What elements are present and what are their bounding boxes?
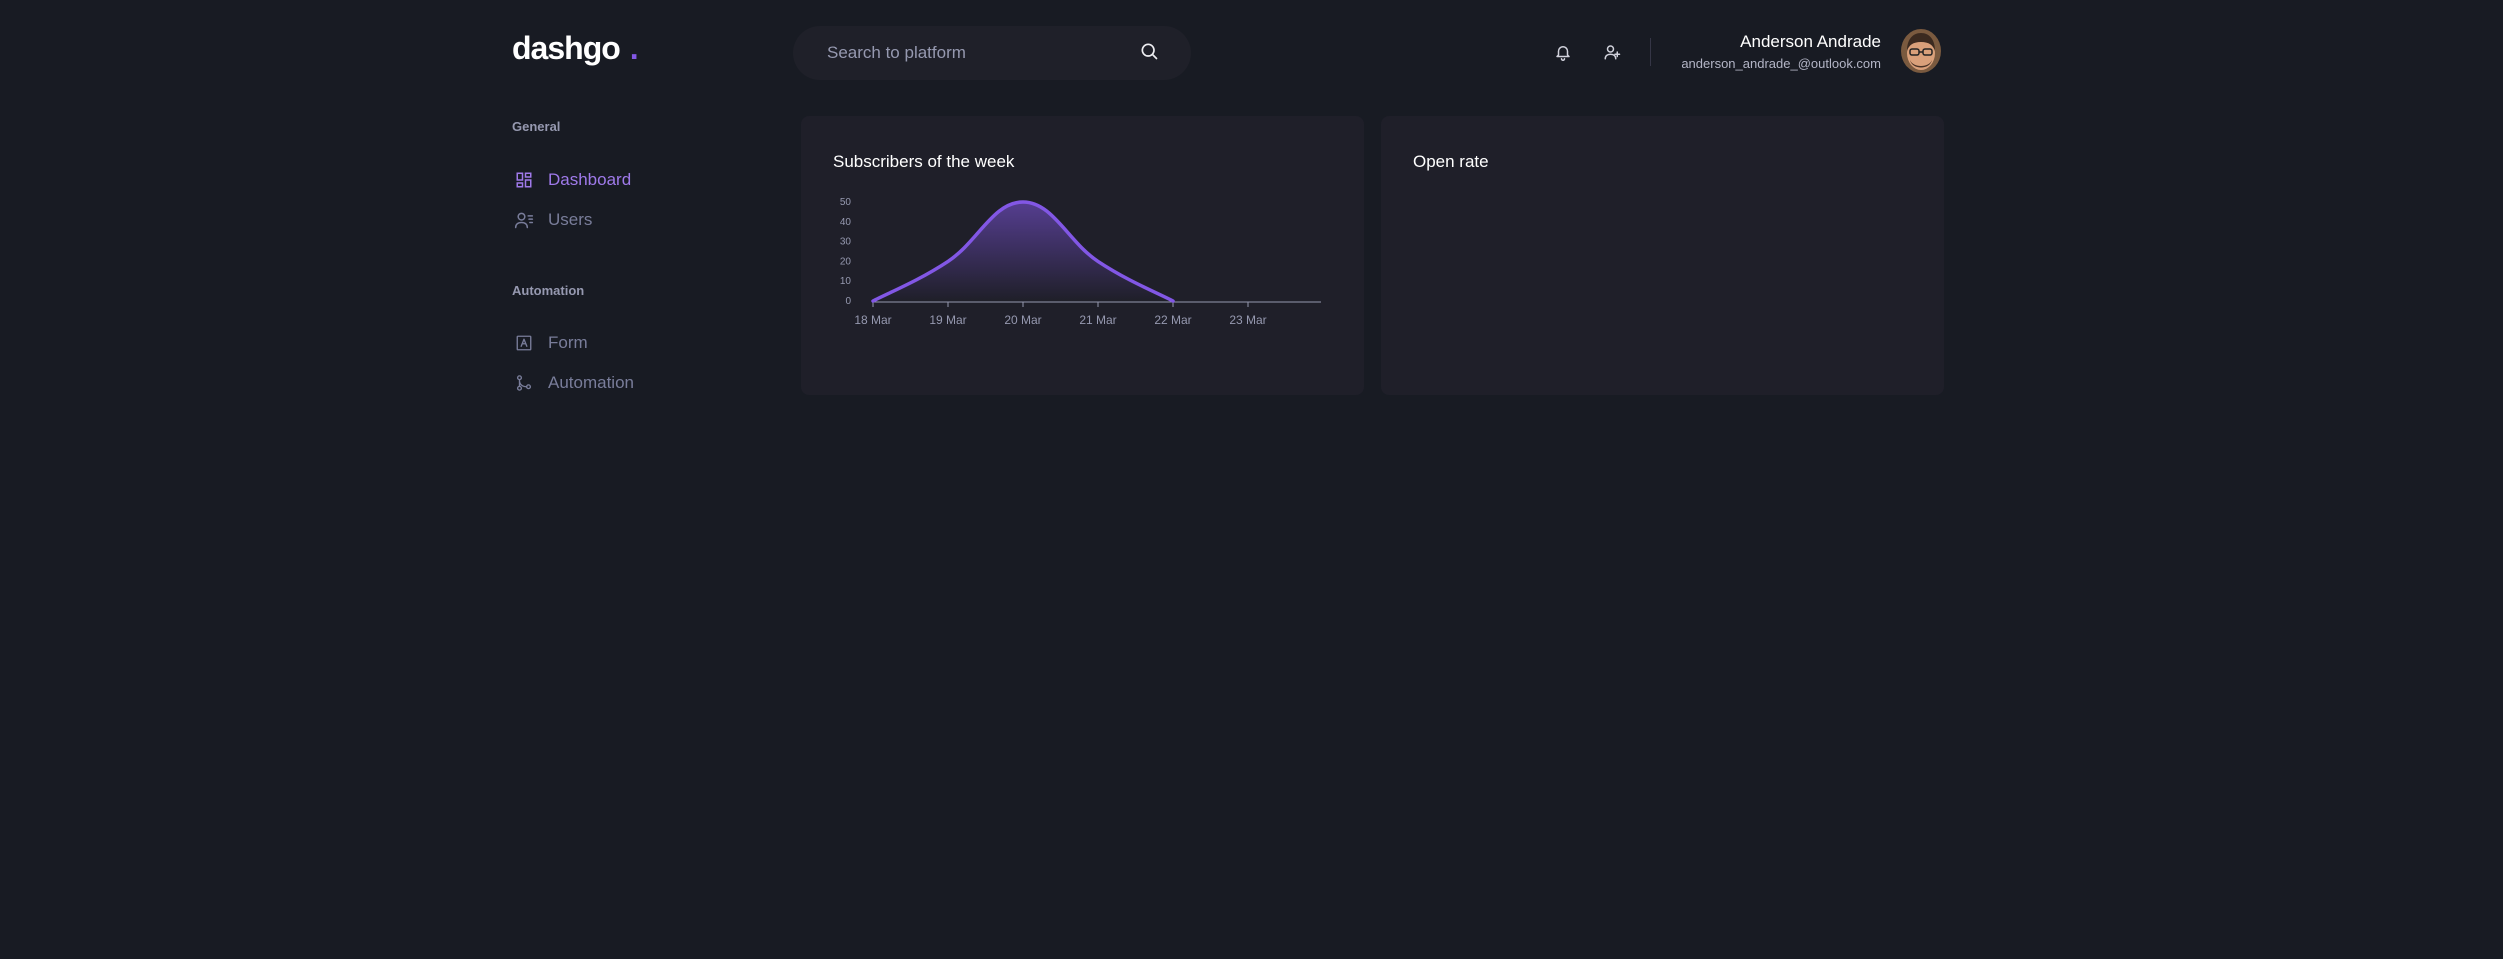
- y-tick-label: 30: [840, 237, 852, 248]
- bell-icon[interactable]: [1551, 40, 1575, 64]
- dashboard-icon: [512, 168, 536, 192]
- logo: dashgo.: [512, 30, 639, 67]
- user-add-icon[interactable]: [1600, 40, 1624, 64]
- search-bar[interactable]: [793, 26, 1191, 80]
- x-tick-label: 22 Mar: [1154, 313, 1191, 327]
- x-tick-label: 18 Mar: [854, 313, 891, 327]
- nav-label: Dashboard: [548, 170, 632, 189]
- profile-name: Anderson Andrade: [1740, 32, 1881, 51]
- x-tick-label: 20 Mar: [1004, 313, 1041, 327]
- section-title-automation: Automation: [512, 283, 585, 298]
- users-icon: [512, 208, 536, 232]
- section-title-general: General: [512, 119, 561, 134]
- avatar[interactable]: [1901, 29, 1941, 73]
- nav-item-automation[interactable]: Automation: [512, 371, 634, 395]
- y-tick-label: 40: [840, 217, 852, 228]
- git-merge-icon: [512, 371, 536, 395]
- nav-label: Automation: [548, 373, 634, 392]
- profile-email: anderson_andrade_@outlook.com: [1681, 56, 1881, 71]
- card-title: Subscribers of the week: [833, 152, 1015, 171]
- card-title: Open rate: [1413, 152, 1489, 171]
- y-tick-label: 10: [840, 276, 852, 287]
- logo-text: dashgo: [512, 30, 621, 66]
- y-tick-label: 0: [845, 296, 851, 307]
- open-rate-card: Open rate: [1381, 116, 1944, 395]
- search-input[interactable]: [825, 42, 1129, 64]
- x-tick-label: 19 Mar: [929, 313, 966, 327]
- nav-item-users[interactable]: Users: [512, 208, 592, 232]
- y-tick-label: 20: [840, 256, 852, 267]
- subscribers-chart: 0 10 20 30 40 50 18 Mar 19 Mar 20 Mar 21 Mar 22 Ma…: [840, 197, 1321, 327]
- form-icon: [512, 331, 536, 355]
- nav-item-dashboard[interactable]: Dashboard: [512, 168, 631, 192]
- logo-dot: .: [629, 30, 639, 66]
- nav-item-form[interactable]: Form: [512, 331, 588, 355]
- search-icon[interactable]: [1139, 41, 1159, 66]
- nav-label: Form: [548, 333, 588, 352]
- series-area: [873, 202, 1173, 301]
- nav-label: Users: [548, 210, 593, 229]
- x-tick-label: 21 Mar: [1079, 313, 1116, 327]
- y-tick-label: 50: [840, 197, 852, 208]
- x-tick-label: 23 Mar: [1229, 313, 1266, 327]
- subscribers-card: Subscribers of the week 0 10 20 30 40 50 18 Ma…: [801, 116, 1364, 395]
- header-divider: [1650, 38, 1651, 66]
